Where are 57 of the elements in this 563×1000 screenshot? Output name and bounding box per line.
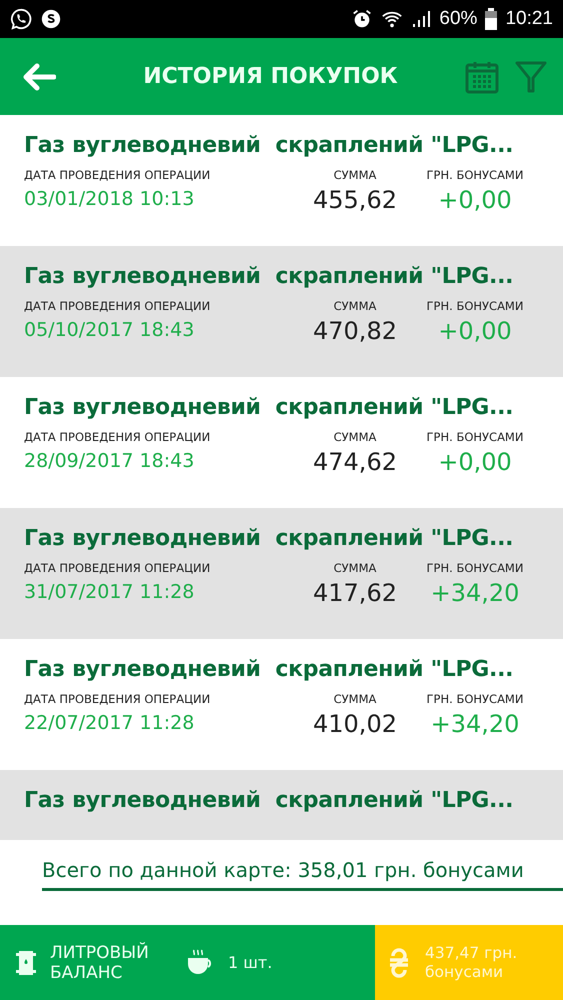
liter-balance-label: ЛИТРОВЫЙ БАЛАНС: [50, 942, 150, 982]
back-arrow-icon[interactable]: [22, 62, 56, 90]
phone-bubble-icon: [10, 8, 32, 30]
signal-icon: [411, 9, 432, 29]
operation-date: 31/07/2017 11:28: [24, 581, 194, 603]
product-name: Газ вуглеводневий скраплений "LPG...: [24, 657, 514, 682]
sum-label: СУММА: [334, 692, 376, 706]
battery-percent: 60%: [439, 8, 478, 30]
skype-icon: [40, 8, 62, 30]
purchase-row[interactable]: Газ вуглеводневий скраплений "LPG... ДАТА ПРОВЕДЕНИЯ ОПЕРАЦИИ 05/10/2017 18:43 СУММА 470,82 ГРН. БОНУСАМИ +0,00: [0, 246, 563, 377]
hryvnia-icon: [389, 948, 409, 978]
date-label: ДАТА ПРОВЕДЕНИЯ ОПЕРАЦИИ: [24, 561, 210, 575]
date-label: ДАТА ПРОВЕДЕНИЯ ОПЕРАЦИИ: [24, 168, 210, 182]
bonus-label: ГРН. БОНУСАМИ: [426, 430, 524, 444]
bonus-value: +34,20: [430, 579, 520, 607]
bonus-value: +0,00: [438, 448, 512, 476]
product-name: Газ вуглеводневий скраплений "LPG...: [24, 264, 514, 289]
alarm-icon: [351, 8, 374, 30]
product-name: Газ вуглеводневий скраплений "LPG...: [24, 395, 514, 420]
clock: 10:21: [505, 8, 553, 30]
operation-date: 05/10/2017 18:43: [24, 319, 194, 341]
sum-label: СУММА: [334, 168, 376, 182]
sum-value: 455,62: [313, 186, 397, 214]
bonus-value: +0,00: [438, 317, 512, 345]
sum-value: 417,62: [313, 579, 397, 607]
bonus-label: ГРН. БОНУСАМИ: [426, 561, 524, 575]
bonus-value: +0,00: [438, 186, 512, 214]
date-label: ДАТА ПРОВЕДЕНИЯ ОПЕРАЦИИ: [24, 299, 210, 313]
bonus-value: +34,20: [430, 710, 520, 738]
bonus-label: ГРН. БОНУСАМИ: [426, 168, 524, 182]
sum-value: 474,62: [313, 448, 397, 476]
filter-icon[interactable]: [515, 60, 547, 94]
bonus-caption: бонусами: [425, 962, 504, 982]
bonus-label: ГРН. БОНУСАМИ: [426, 299, 524, 313]
product-name: Газ вуглеводневий скраплений "LPG...: [24, 788, 514, 813]
cup-count: 1 шт.: [228, 953, 272, 972]
sum-label: СУММА: [334, 299, 376, 313]
bonus-label: ГРН. БОНУСАМИ: [426, 692, 524, 706]
sum-value: 410,02: [313, 710, 397, 738]
sum-label: СУММА: [334, 430, 376, 444]
barrel-icon: [16, 948, 36, 976]
card-total: Всего по данной карте: 358,01 грн. бонусами: [42, 858, 563, 891]
operation-date: 22/07/2017 11:28: [24, 712, 194, 734]
product-name: Газ вуглеводневий скраплений "LPG...: [24, 526, 514, 551]
battery-icon: [485, 8, 498, 30]
screen-title: ИСТОРИЯ ПОКУПОК: [142, 64, 399, 89]
operation-date: 28/09/2017 18:43: [24, 450, 194, 472]
operation-date: 03/01/2018 10:13: [24, 188, 194, 210]
purchase-row[interactable]: Газ вуглеводневий скраплений "LPG... ДАТА ПРОВЕДЕНИЯ ОПЕРАЦИИ 31/07/2017 11:28 СУММА 417,62 ГРН. БОНУСАМИ +34,20: [0, 508, 563, 639]
sum-label: СУММА: [334, 561, 376, 575]
sum-value: 470,82: [313, 317, 397, 345]
purchase-row[interactable]: Газ вуглеводневий скраплений "LPG...: [0, 770, 563, 840]
calendar-icon[interactable]: [465, 60, 499, 94]
product-name: Газ вуглеводневий скраплений "LPG...: [24, 133, 514, 158]
date-label: ДАТА ПРОВЕДЕНИЯ ОПЕРАЦИИ: [24, 692, 210, 706]
bonus-amount: 437,47 грн.: [425, 944, 518, 962]
date-label: ДАТА ПРОВЕДЕНИЯ ОПЕРАЦИИ: [24, 430, 210, 444]
